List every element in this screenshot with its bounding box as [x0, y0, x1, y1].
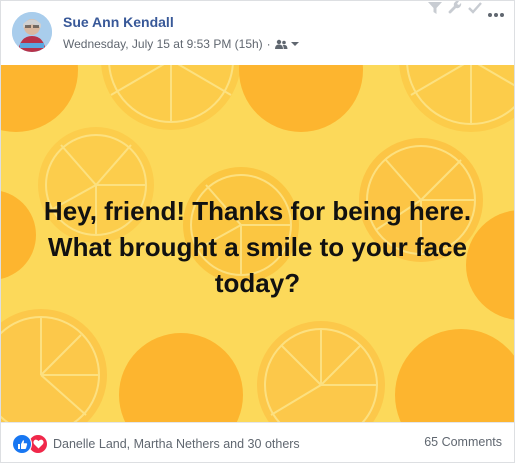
reaction-names[interactable]: Danelle Land, Martha Nethers and 30 othe… — [53, 437, 300, 451]
post-meta: Wednesday, July 15 at 9:53 PM (15h) · — [63, 37, 300, 51]
comments-count[interactable]: 65 Comments — [424, 435, 502, 449]
post-timestamp[interactable]: Wednesday, July 15 at 9:53 PM (15h) — [63, 37, 263, 51]
more-options-icon — [488, 13, 504, 17]
author-avatar[interactable] — [12, 12, 52, 52]
meta-separator: · — [266, 37, 271, 51]
post-text: Hey, friend! Thanks for being here. What… — [43, 196, 472, 298]
wrench-icon[interactable] — [448, 1, 462, 15]
post-header: Sue Ann Kendall Wednesday, July 15 at 9:… — [1, 1, 514, 65]
post-background-image[interactable]: Hey, friend! Thanks for being here. What… — [1, 65, 514, 422]
check-icon[interactable] — [468, 2, 482, 14]
like-icon — [12, 434, 32, 454]
chevron-down-icon — [290, 42, 299, 46]
more-options-button[interactable] — [486, 7, 506, 23]
post-tools — [428, 1, 482, 15]
reactions-summary[interactable]: Danelle Land, Martha Nethers and 30 othe… — [12, 434, 300, 454]
post-footer: Danelle Land, Martha Nethers and 30 othe… — [1, 422, 514, 463]
author-name[interactable]: Sue Ann Kendall — [63, 14, 174, 30]
feed-post: Sue Ann Kendall Wednesday, July 15 at 9:… — [0, 0, 515, 463]
audience-selector[interactable] — [274, 39, 300, 49]
group-audience-icon — [274, 39, 288, 49]
filter-icon[interactable] — [428, 2, 442, 14]
